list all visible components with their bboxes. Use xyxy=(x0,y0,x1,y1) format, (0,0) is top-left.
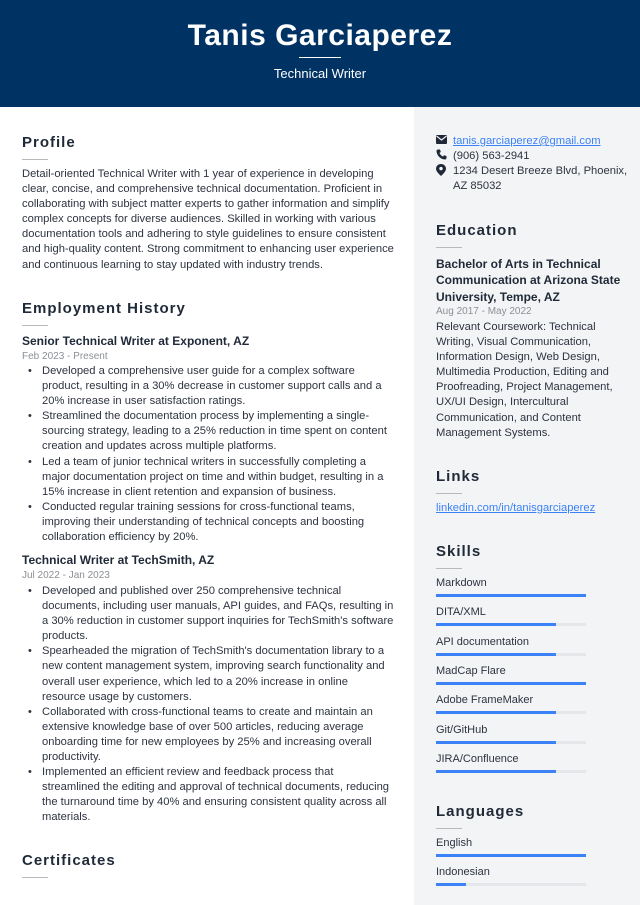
contact-address: 1234 Desert Breeze Blvd, Phoenix, AZ 850… xyxy=(436,164,632,194)
skills-heading: Skills xyxy=(436,543,482,560)
education-divider xyxy=(436,247,462,248)
bullet-item: • Conducted regular training sessions for… xyxy=(22,500,394,545)
bullet-item: • Collaborated with cross-functional team… xyxy=(22,705,394,765)
links-divider xyxy=(436,493,462,494)
bullet-text: Implemented an efficient review and feed… xyxy=(42,766,390,824)
bullet-dot-icon: • xyxy=(28,705,32,718)
language-level-track xyxy=(436,854,586,857)
skill-level-track xyxy=(436,623,586,627)
phone-number: (906) 563-2941 xyxy=(453,150,530,162)
profile-text: Detail-oriented Technical Writer with 1 … xyxy=(22,168,394,271)
language-level-fill xyxy=(436,883,466,887)
resume-header: Tanis Garciaperez Technical Writer xyxy=(0,0,640,107)
bullet-text: Developed and published over 250 compreh… xyxy=(42,585,394,643)
job-bullets: • Developed a comprehensive user guide fo… xyxy=(22,364,394,545)
address-text: 1234 Desert Breeze Blvd, Phoenix, AZ 850… xyxy=(453,165,628,192)
skill-label: API documentation xyxy=(436,635,529,648)
bullet-dot-icon: • xyxy=(28,365,32,377)
envelope-icon xyxy=(436,134,453,149)
skill-level-fill xyxy=(436,594,586,597)
skill-level-track xyxy=(436,711,586,715)
languages-divider xyxy=(436,828,462,829)
skill-level-track xyxy=(436,652,586,656)
skill-level-fill xyxy=(436,769,556,773)
contact-phone: (906) 563-2941 xyxy=(436,149,530,165)
education-heading: Education xyxy=(436,222,518,239)
bullet-item: • Implemented an efficient review and fee… xyxy=(22,765,394,825)
job-dates: Feb 2023 - Present xyxy=(22,351,108,362)
bullet-item: • Streamlined the documentation process b… xyxy=(22,409,394,454)
language-label: Indonesian xyxy=(436,866,490,879)
certificates-heading: Certificates xyxy=(22,852,116,869)
skill-label: MadCap Flare xyxy=(436,664,506,677)
name-divider xyxy=(299,57,341,58)
candidate-title: Technical Writer xyxy=(273,66,367,81)
job-title: Technical Writer at TechSmith, AZ xyxy=(22,553,215,567)
skill-label: Adobe FrameMaker xyxy=(436,694,534,707)
bullet-text: Collaborated with cross-functional teams… xyxy=(42,705,373,764)
skill-level-fill xyxy=(436,681,586,685)
skill-level-track xyxy=(436,594,586,597)
linkedin-link[interactable]: linkedin.com/in/tanisgarciaperez xyxy=(436,501,595,516)
skill-level-fill xyxy=(436,740,556,744)
candidate-name: Tanis Garciaperez xyxy=(187,19,453,52)
profile-heading: Profile xyxy=(22,134,76,151)
skill-level-fill xyxy=(436,711,556,715)
employment-heading: Employment History xyxy=(22,300,186,317)
education-dates: Aug 2017 - May 2022 xyxy=(436,306,532,317)
job-title: Senior Technical Writer at Exponent, AZ xyxy=(22,334,250,348)
job-dates: Jul 2022 - Jan 2023 xyxy=(22,570,110,581)
bullet-dot-icon: • xyxy=(28,585,32,597)
education-degree: Bachelor of Arts in Technical Communicat… xyxy=(436,257,621,304)
map-pin-icon xyxy=(436,164,453,181)
language-level-fill xyxy=(436,854,586,857)
bullet-dot-icon: • xyxy=(28,645,32,658)
bullet-text: Developed a comprehensive user guide for… xyxy=(42,365,382,408)
bullet-dot-icon: • xyxy=(28,766,32,779)
language-label: English xyxy=(436,837,473,849)
skill-level-fill xyxy=(436,652,556,656)
bullet-dot-icon: • xyxy=(28,455,32,468)
languages-heading: Languages xyxy=(436,803,525,820)
skill-level-track xyxy=(436,769,586,773)
skill-label: DITA/XML xyxy=(436,606,486,619)
bullet-item: • Led a team of junior technical writers … xyxy=(22,455,394,500)
bullet-item: • Spearheaded the migration of TechSmith'… xyxy=(22,644,394,704)
skill-level-track xyxy=(436,740,586,744)
education-description: Relevant Coursework: Technical Writing, … xyxy=(436,321,613,439)
bullet-text: Streamlined the documentation process by… xyxy=(42,410,387,453)
skill-label: JIRA/Confluence xyxy=(436,752,519,765)
bullet-dot-icon: • xyxy=(28,410,32,423)
email-link[interactable]: tanis.garciaperez@gmail.com xyxy=(453,134,601,149)
employment-divider xyxy=(22,325,48,326)
skill-level-track xyxy=(436,681,586,685)
bullet-item: • Developed and published over 250 compre… xyxy=(22,584,394,644)
bullet-dot-icon: • xyxy=(28,500,32,513)
job-bullets: • Developed and published over 250 compre… xyxy=(22,584,394,826)
bullet-text: Conducted regular training sessions for … xyxy=(42,500,365,544)
bullet-text: Spearheaded the migration of TechSmith's… xyxy=(42,645,385,703)
skill-label: Git/GitHub xyxy=(436,723,488,736)
skills-divider xyxy=(436,568,462,569)
certificates-divider xyxy=(22,877,48,878)
links-heading: Links xyxy=(436,468,481,485)
bullet-item: • Developed a comprehensive user guide fo… xyxy=(22,364,394,409)
bullet-text: Led a team of junior technical writers i… xyxy=(42,455,384,498)
language-level-track xyxy=(436,883,586,887)
skill-level-fill xyxy=(436,623,556,627)
profile-divider xyxy=(22,159,48,160)
phone-icon xyxy=(436,149,453,165)
skill-label: Markdown xyxy=(436,577,487,589)
contact-email: tanis.garciaperez@gmail.com xyxy=(436,134,601,149)
